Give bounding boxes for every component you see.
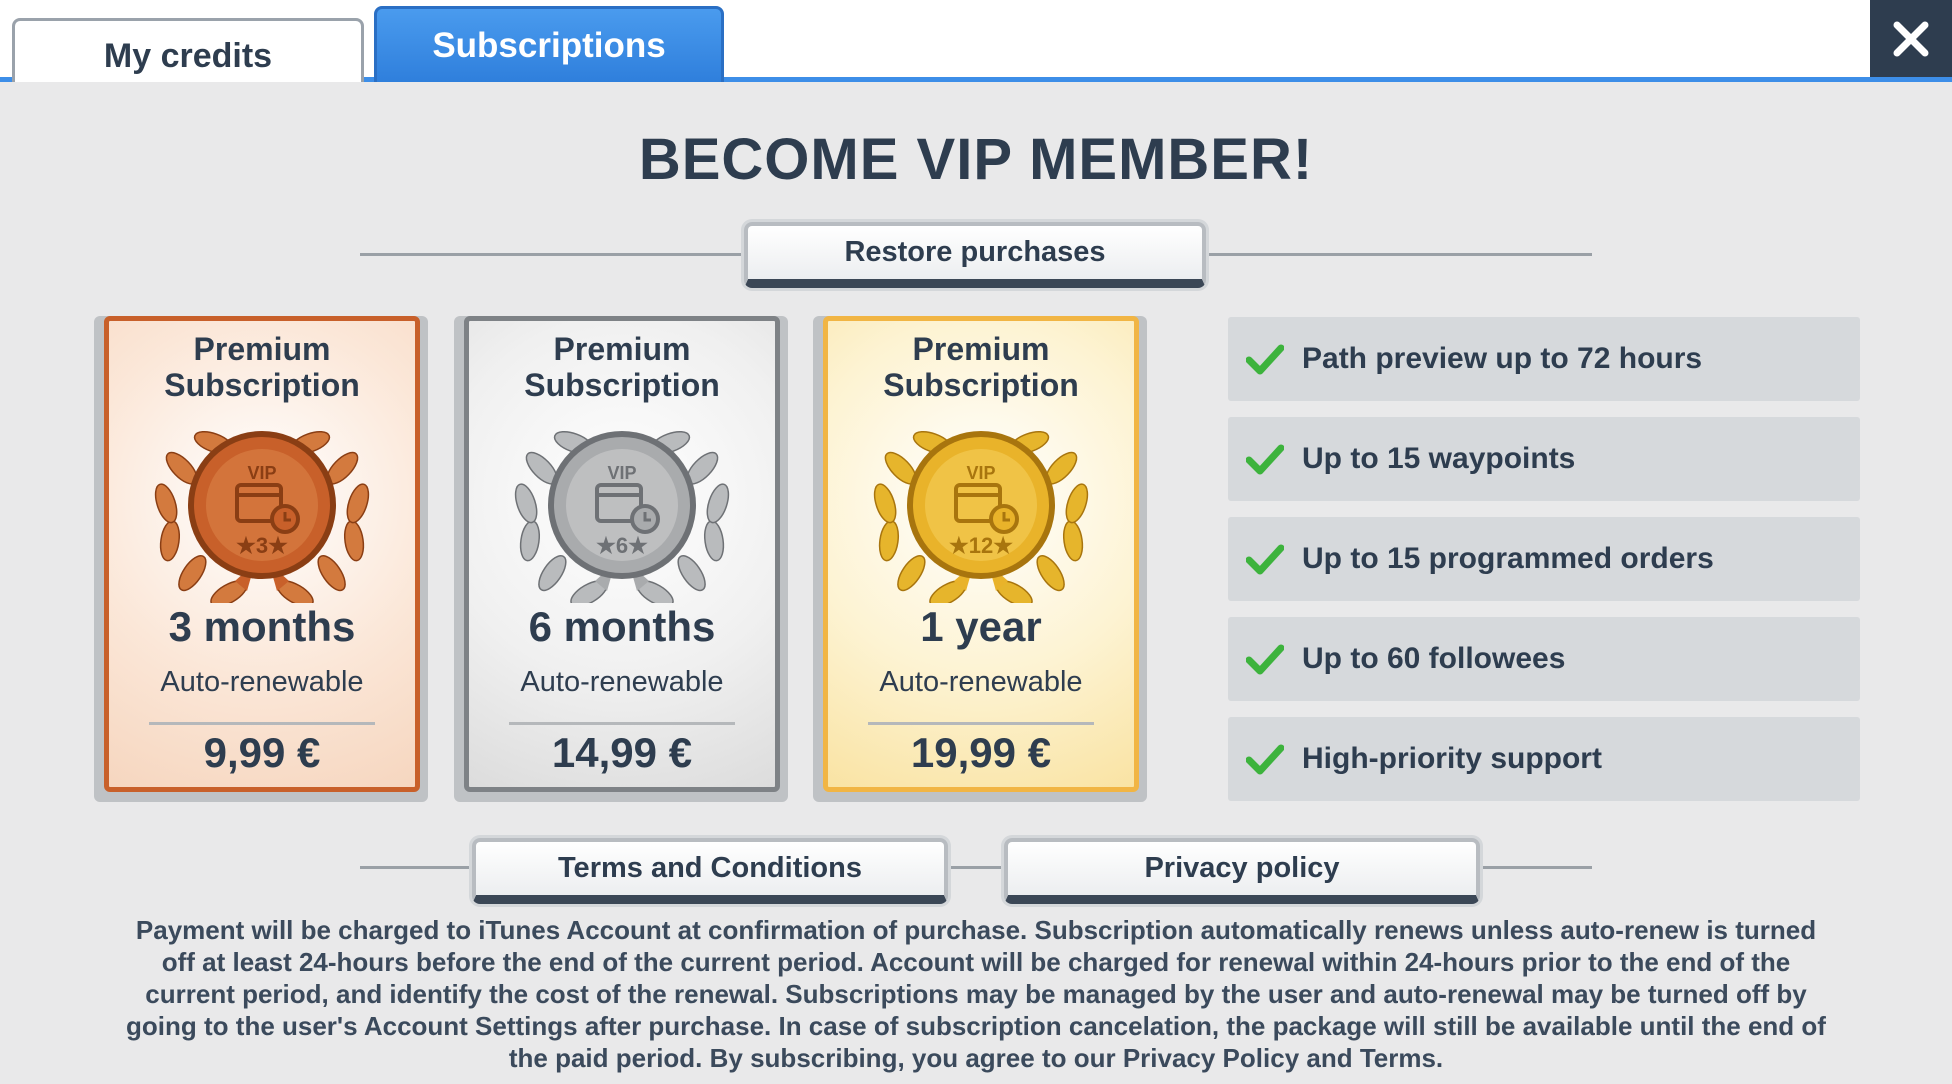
laurel-leaf xyxy=(873,483,897,524)
plan-renewal: Auto-renewable xyxy=(160,666,364,698)
page-title: BECOME VIP MEMBER! xyxy=(638,127,1314,192)
plan-price: 9,99 € xyxy=(203,729,321,776)
laurel-leaf xyxy=(1065,483,1089,524)
medal-vip-label: VIP xyxy=(247,463,276,483)
checkmark-icon xyxy=(1246,644,1284,675)
plan-card-6-months[interactable]: Premium Subscription VIP ★6★ 6 months Aut… xyxy=(464,316,780,792)
divider-left xyxy=(360,253,750,256)
laurel-leaf xyxy=(178,554,207,592)
medal-vip-label: VIP xyxy=(607,463,636,483)
laurel-leaf xyxy=(878,520,900,562)
medal-number: ★3★ xyxy=(236,533,288,558)
restore-purchases-button[interactable]: Restore purchases xyxy=(744,222,1206,288)
privacy-policy-button[interactable]: Privacy policy xyxy=(1004,838,1480,904)
plan-title: Premium Subscription xyxy=(828,331,1134,403)
plan-card-1-year[interactable]: Premium Subscription VIP ★12★ 1 year Auto… xyxy=(823,316,1139,792)
feature-item: Up to 15 waypoints xyxy=(1228,417,1860,501)
laurel-leaf xyxy=(1036,554,1065,592)
legal-line: the paid period. By subscribing, you agr… xyxy=(508,1043,1444,1073)
laurel-leaf xyxy=(317,554,346,592)
laurel-leaf xyxy=(514,483,538,524)
close-icon xyxy=(1893,21,1929,56)
bronze-medal-icon: VIP ★3★ xyxy=(154,430,370,603)
plan-renewal: Auto-renewable xyxy=(879,666,1083,698)
plan-title-line2: Subscription xyxy=(164,367,360,403)
feature-item: Up to 15 programmed orders xyxy=(1228,517,1860,601)
feature-item: High-priority support xyxy=(1228,717,1860,801)
divider-middle xyxy=(948,866,1004,869)
feature-label: High-priority support xyxy=(1302,742,1602,775)
laurel-leaf xyxy=(1062,520,1084,562)
laurel-leaf xyxy=(703,520,725,562)
plan-separator xyxy=(509,722,735,725)
laurel-leaf xyxy=(154,483,178,524)
divider-right xyxy=(1200,253,1592,256)
laurel-leaf xyxy=(538,554,567,592)
divider-right xyxy=(1480,866,1592,869)
laurel-leaf xyxy=(159,520,181,562)
terms-and-conditions-button[interactable]: Terms and Conditions xyxy=(472,838,948,904)
close-button[interactable] xyxy=(1870,0,1952,77)
plan-title-line1: Premium xyxy=(553,331,691,367)
plan-price: 19,99 € xyxy=(910,729,1052,776)
silver-medal-icon: VIP ★6★ xyxy=(514,430,730,603)
tab-subscriptions[interactable]: Subscriptions xyxy=(374,6,724,82)
tab-my-credits[interactable]: My credits xyxy=(12,18,364,82)
checkmark-icon xyxy=(1246,544,1284,575)
plan-card-wrap: Premium Subscription VIP ★12★ 1 year Auto… xyxy=(813,316,1147,802)
plan-card-wrap: Premium Subscription VIP ★6★ 6 months Aut… xyxy=(454,316,788,802)
plan-title-line1: Premium xyxy=(912,331,1050,367)
checkmark-icon xyxy=(1246,444,1284,475)
feature-label: Up to 60 followees xyxy=(1302,642,1566,675)
feature-item: Path preview up to 72 hours xyxy=(1228,317,1860,401)
legal-line: Payment will be charged to iTunes Accoun… xyxy=(135,915,1817,945)
divider-left xyxy=(360,866,472,869)
feature-label: Up to 15 programmed orders xyxy=(1302,542,1714,575)
plan-price: 14,99 € xyxy=(551,729,693,776)
plan-title-line2: Subscription xyxy=(883,367,1079,403)
laurel-leaf xyxy=(519,520,541,562)
laurel-leaf xyxy=(346,483,370,524)
plan-duration: 3 months xyxy=(168,603,356,650)
plan-separator xyxy=(868,722,1094,725)
legal-notice: Payment will be charged to iTunes Accoun… xyxy=(44,914,1908,1074)
plan-card-3-months[interactable]: Premium Subscription VIP ★3★ 3 months Aut… xyxy=(104,316,420,792)
medal-number: ★6★ xyxy=(596,533,648,558)
feature-label: Up to 15 waypoints xyxy=(1302,442,1576,475)
plan-duration: 6 months xyxy=(528,603,716,650)
checkmark-icon xyxy=(1246,344,1284,375)
laurel-leaf xyxy=(897,554,926,592)
plan-title-line2: Subscription xyxy=(524,367,720,403)
top-bar: My credits Subscriptions xyxy=(0,0,1952,82)
feature-label: Path preview up to 72 hours xyxy=(1302,342,1703,375)
legal-line: going to the user's Account Settings aft… xyxy=(126,1011,1826,1041)
gold-medal-icon: VIP ★12★ xyxy=(873,430,1089,603)
plan-card-wrap: Premium Subscription VIP ★3★ 3 months Aut… xyxy=(94,316,428,802)
plan-renewal: Auto-renewable xyxy=(520,666,724,698)
plan-duration: 1 year xyxy=(920,603,1042,650)
plan-separator xyxy=(149,722,375,725)
medal-vip-label: VIP xyxy=(966,463,995,483)
laurel-leaf xyxy=(677,554,706,592)
feature-item: Up to 60 followees xyxy=(1228,617,1860,701)
medal-number: ★12★ xyxy=(949,533,1013,558)
plan-title: Premium Subscription xyxy=(469,331,775,403)
plan-title-line1: Premium xyxy=(193,331,331,367)
legal-line: off at least 24-hours before the end of … xyxy=(161,947,1791,977)
laurel-leaf xyxy=(343,520,365,562)
plan-title: Premium Subscription xyxy=(109,331,415,403)
legal-line: current period, and identify the cost of… xyxy=(145,979,1807,1009)
laurel-leaf xyxy=(706,483,730,524)
checkmark-icon xyxy=(1246,744,1284,775)
